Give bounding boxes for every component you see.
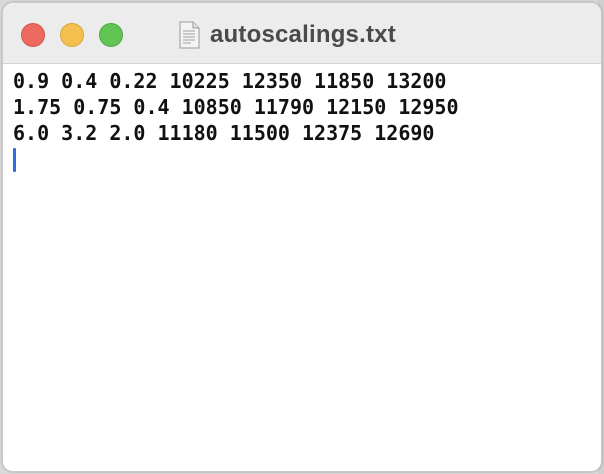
text-editor-area[interactable]: 0.9 0.4 0.22 10225 12350 11850 13200 1.7… <box>3 64 601 471</box>
title-bar[interactable]: autoscalings.txt <box>3 3 601 64</box>
text-editor-window: autoscalings.txt 0.9 0.4 0.22 10225 1235… <box>2 2 602 472</box>
text-document-icon <box>179 21 200 49</box>
text-line[interactable]: 0.9 0.4 0.22 10225 12350 11850 13200 <box>13 68 601 94</box>
zoom-button[interactable] <box>99 23 123 47</box>
close-button[interactable] <box>21 23 45 47</box>
window-title: autoscalings.txt <box>210 21 396 48</box>
window-title-group: autoscalings.txt <box>178 19 396 51</box>
text-line[interactable]: 6.0 3.2 2.0 11180 11500 12375 12690 <box>13 120 601 146</box>
text-caret <box>13 148 16 172</box>
text-line[interactable]: 1.75 0.75 0.4 10850 11790 12150 12950 <box>13 94 601 120</box>
minimize-button[interactable] <box>60 23 84 47</box>
